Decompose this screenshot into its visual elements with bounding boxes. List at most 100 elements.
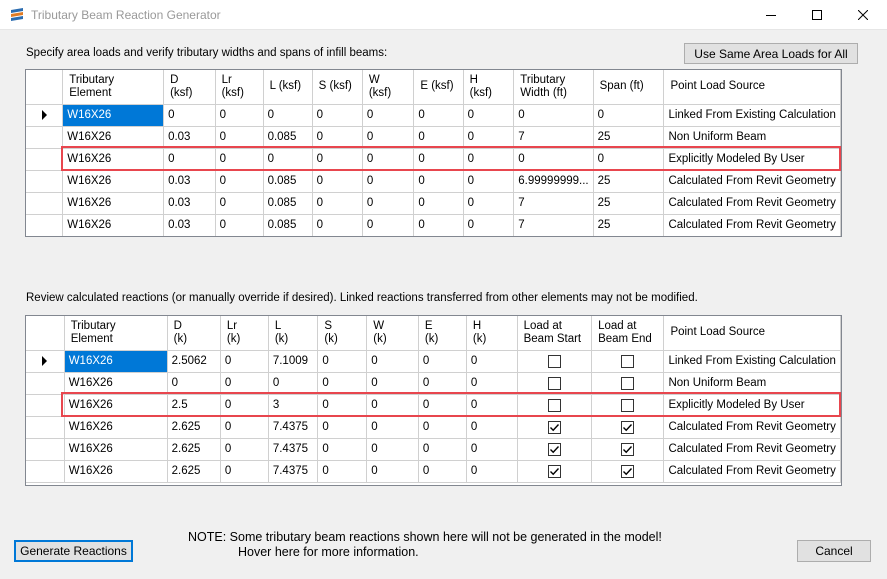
area-loads-row[interactable]: W16X26 0.03 0 0.085 0 0 0 0 7 25 Non Uniform Beam: [26, 126, 841, 149]
top-column-header[interactable]: H (ksf): [463, 70, 515, 105]
load-value-cell[interactable]: 0: [463, 148, 515, 171]
generate-reactions-button[interactable]: Generate Reactions: [14, 540, 133, 562]
load-value-cell[interactable]: 0: [513, 148, 594, 171]
row-header[interactable]: [26, 214, 64, 236]
reaction-value-cell[interactable]: 2.5: [167, 394, 221, 417]
reaction-value-cell[interactable]: 0: [317, 416, 368, 439]
reaction-value-cell[interactable]: 0: [466, 394, 518, 417]
tributary-element-cell[interactable]: W16X26: [64, 394, 168, 417]
bottom-column-header[interactable]: H (k): [466, 316, 518, 351]
close-button[interactable]: [840, 0, 886, 30]
tributary-element-cell[interactable]: W16X26: [64, 416, 168, 439]
load-value-cell[interactable]: 25: [593, 126, 665, 149]
load-value-cell[interactable]: 0: [593, 148, 665, 171]
reaction-value-cell[interactable]: 0: [317, 438, 368, 461]
tributary-element-cell[interactable]: W16X26: [64, 438, 168, 461]
reaction-value-cell[interactable]: 0: [317, 394, 368, 417]
load-at-beam-end-cell[interactable]: [591, 460, 665, 483]
load-value-cell[interactable]: 0: [312, 214, 363, 236]
point-load-source-cell[interactable]: Calculated From Revit Geometry: [663, 214, 841, 236]
point-load-source-cell[interactable]: Calculated From Revit Geometry: [663, 416, 841, 439]
bottom-column-header[interactable]: E (k): [418, 316, 467, 351]
load-value-cell[interactable]: 0.085: [263, 126, 313, 149]
load-value-cell[interactable]: 0.03: [163, 126, 216, 149]
load-value-cell[interactable]: 0: [362, 148, 415, 171]
reaction-value-cell[interactable]: 7.4375: [268, 438, 319, 461]
row-header[interactable]: [26, 192, 64, 215]
load-value-cell[interactable]: 0: [413, 104, 464, 127]
load-at-beam-start-checkbox[interactable]: [547, 398, 561, 412]
load-at-beam-start-cell[interactable]: [517, 394, 593, 417]
reaction-value-cell[interactable]: 0: [418, 416, 467, 439]
reactions-row[interactable]: W16X26 2.625 0 7.4375 0 0 0 0 Calculated From Re…: [26, 416, 841, 439]
top-column-header[interactable]: Tributary Width (ft): [513, 70, 594, 105]
row-header[interactable]: [26, 438, 65, 461]
load-value-cell[interactable]: 0: [312, 104, 363, 127]
load-value-cell[interactable]: 0.03: [163, 170, 216, 193]
load-value-cell[interactable]: 0: [463, 126, 515, 149]
top-column-header[interactable]: D (ksf): [163, 70, 216, 105]
load-value-cell[interactable]: 0: [215, 214, 264, 236]
load-value-cell[interactable]: 0: [312, 170, 363, 193]
load-at-beam-end-checkbox[interactable]: [621, 420, 635, 434]
load-value-cell[interactable]: 0: [362, 170, 415, 193]
point-load-source-cell[interactable]: Linked From Existing Calculation: [663, 104, 841, 127]
point-load-source-cell[interactable]: Explicitly Modeled By User: [663, 148, 841, 171]
point-load-source-cell[interactable]: Non Uniform Beam: [663, 372, 841, 395]
load-at-beam-start-cell[interactable]: [517, 350, 593, 373]
load-value-cell[interactable]: 0: [513, 104, 594, 127]
row-header[interactable]: [26, 460, 65, 483]
load-at-beam-end-cell[interactable]: [591, 438, 665, 461]
point-load-source-cell[interactable]: Explicitly Modeled By User: [663, 394, 841, 417]
load-value-cell[interactable]: 0.085: [263, 170, 313, 193]
bottom-column-header[interactable]: L (k): [268, 316, 319, 351]
load-at-beam-start-cell[interactable]: [517, 416, 593, 439]
load-value-cell[interactable]: 0.03: [163, 192, 216, 215]
point-load-source-cell[interactable]: Calculated From Revit Geometry: [663, 438, 841, 461]
bottom-column-header[interactable]: Tributary Element: [64, 316, 168, 351]
tributary-element-cell[interactable]: W16X26: [62, 104, 165, 127]
tributary-element-cell[interactable]: W16X26: [62, 126, 165, 149]
load-at-beam-end-cell[interactable]: [591, 350, 665, 373]
load-at-beam-end-cell[interactable]: [591, 416, 665, 439]
load-at-beam-end-cell[interactable]: [591, 394, 665, 417]
tributary-element-cell[interactable]: W16X26: [62, 148, 165, 171]
maximize-button[interactable]: [794, 0, 840, 30]
reaction-value-cell[interactable]: 0: [366, 350, 419, 373]
load-value-cell[interactable]: 0: [362, 192, 415, 215]
tributary-element-cell[interactable]: W16X26: [62, 192, 165, 215]
load-at-beam-start-checkbox[interactable]: [547, 464, 561, 478]
reaction-value-cell[interactable]: 0: [317, 350, 368, 373]
load-at-beam-start-cell[interactable]: [517, 372, 593, 395]
reaction-value-cell[interactable]: 0: [418, 372, 467, 395]
load-at-beam-end-checkbox[interactable]: [621, 442, 635, 456]
point-load-source-cell[interactable]: Calculated From Revit Geometry: [663, 192, 841, 215]
bottom-column-header[interactable]: Point Load Source: [663, 316, 841, 351]
row-header[interactable]: [26, 372, 65, 395]
reaction-value-cell[interactable]: 2.625: [167, 438, 221, 461]
load-value-cell[interactable]: 0: [263, 148, 313, 171]
load-at-beam-start-checkbox[interactable]: [547, 376, 561, 390]
bottom-column-header[interactable]: D (k): [167, 316, 221, 351]
load-value-cell[interactable]: 0: [215, 126, 264, 149]
load-at-beam-end-checkbox[interactable]: [621, 376, 635, 390]
reactions-row[interactable]: W16X26 2.625 0 7.4375 0 0 0 0 Calculated From Re…: [26, 438, 841, 461]
tributary-element-cell[interactable]: W16X26: [64, 372, 168, 395]
reaction-value-cell[interactable]: 0: [366, 416, 419, 439]
load-value-cell[interactable]: 0: [215, 148, 264, 171]
reactions-row[interactable]: W16X26 2.625 0 7.4375 0 0 0 0 Calculated From Re…: [26, 460, 841, 483]
load-value-cell[interactable]: 0: [215, 104, 264, 127]
reaction-value-cell[interactable]: 0: [366, 394, 419, 417]
load-value-cell[interactable]: 0: [593, 104, 665, 127]
reaction-value-cell[interactable]: 7.4375: [268, 460, 319, 483]
load-at-beam-end-cell[interactable]: [591, 372, 665, 395]
reaction-value-cell[interactable]: 0: [220, 350, 269, 373]
load-value-cell[interactable]: 0: [362, 104, 415, 127]
load-at-beam-start-checkbox[interactable]: [547, 420, 561, 434]
load-value-cell[interactable]: 25: [593, 170, 665, 193]
area-loads-row[interactable]: W16X26 0.03 0 0.085 0 0 0 0 7 25 Calculated From R…: [26, 192, 841, 215]
reaction-value-cell[interactable]: 7.1009: [268, 350, 319, 373]
row-header[interactable]: [26, 416, 65, 439]
row-header[interactable]: [26, 104, 64, 127]
load-at-beam-start-cell[interactable]: [517, 460, 593, 483]
